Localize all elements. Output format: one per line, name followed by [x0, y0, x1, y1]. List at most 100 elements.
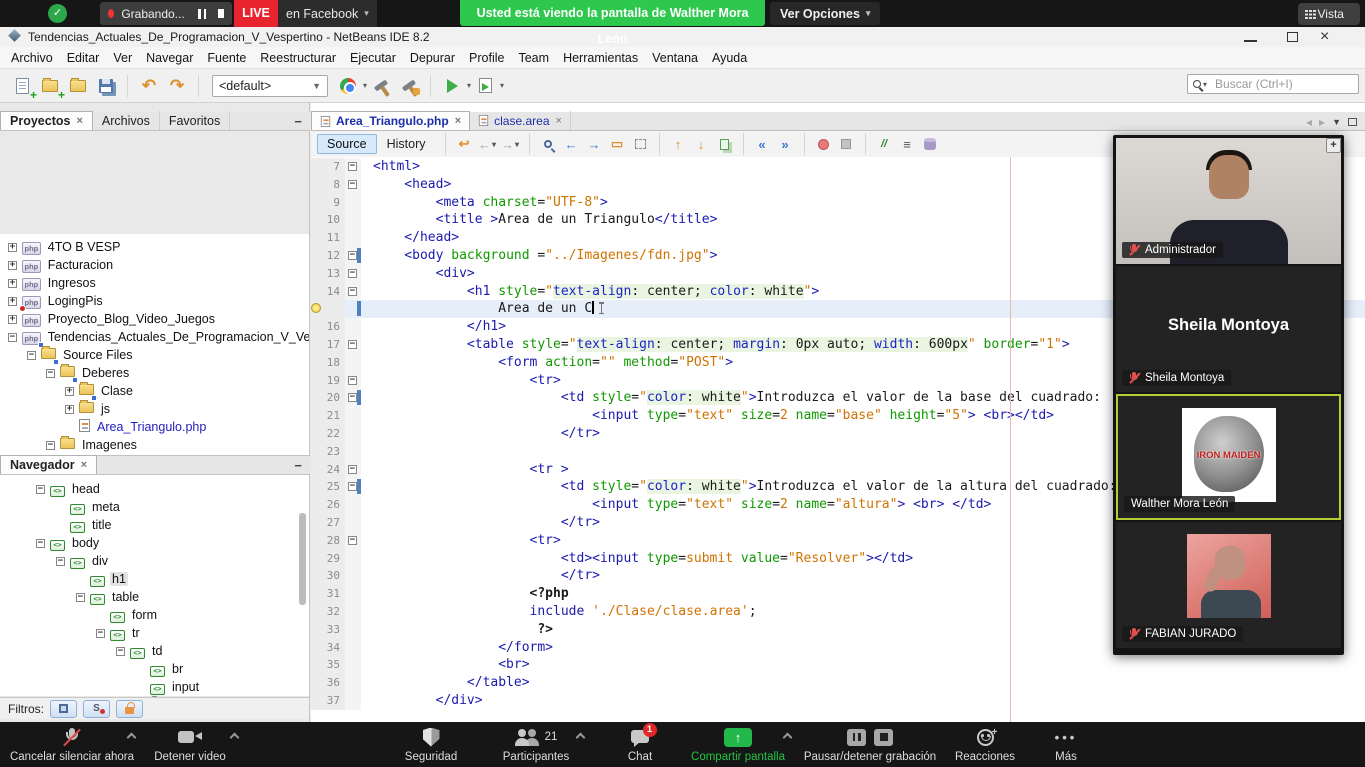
tree-item[interactable]: −Imagenes [0, 436, 309, 454]
tree-item[interactable]: +js [0, 400, 309, 418]
expand-icon[interactable]: + [8, 297, 17, 306]
fold-collapse-icon[interactable]: − [348, 340, 357, 349]
tab-archivos[interactable]: Archivos [93, 111, 160, 130]
chevron-down-icon[interactable]: ▾ [467, 81, 471, 90]
collapse-icon[interactable]: − [36, 539, 45, 548]
editor-tab-Area_Triangulo.php[interactable]: Area_Triangulo.php× [311, 111, 470, 130]
close-icon[interactable]: × [76, 115, 82, 127]
pause-recording-icon[interactable] [847, 729, 866, 746]
fold-gutter[interactable]: − [345, 265, 361, 283]
chevron-down-icon[interactable]: ▾ [363, 81, 367, 90]
navigator-item[interactable]: −<>div [0, 552, 309, 570]
redo-button[interactable]: ↷ [166, 76, 188, 96]
fold-gutter[interactable] [345, 300, 361, 318]
menu-herramientas[interactable]: Herramientas [556, 51, 645, 65]
fold-gutter[interactable] [345, 211, 361, 229]
rectangular-selection-icon[interactable] [631, 135, 650, 153]
expand-icon[interactable]: + [8, 261, 17, 270]
fold-gutter[interactable] [345, 567, 361, 585]
fold-gutter[interactable] [345, 692, 361, 710]
close-tab-icon[interactable]: × [556, 115, 562, 127]
expand-icon[interactable]: + [8, 315, 17, 324]
bottombar-more[interactable]: •••Más [1041, 722, 1091, 767]
fold-gutter[interactable]: − [345, 283, 361, 301]
fold-collapse-icon[interactable]: − [348, 251, 357, 260]
code-line[interactable]: 35 <br> [311, 656, 1365, 674]
menu-profile[interactable]: Profile [462, 51, 511, 65]
previous-occurrence-icon[interactable]: ← [562, 135, 581, 153]
menu-ventana[interactable]: Ventana [645, 51, 705, 65]
search-input[interactable]: ▾ Buscar (Ctrl+I) [1187, 74, 1359, 94]
shift-right-icon[interactable]: » [776, 135, 795, 153]
fold-gutter[interactable] [345, 194, 361, 212]
maximize-editor-icon[interactable] [1348, 118, 1357, 126]
filter-show-static-button[interactable]: S [83, 700, 110, 718]
collapse-icon[interactable]: − [36, 485, 45, 494]
participant-tile-3[interactable]: IRON MAIDENWalther Mora León [1116, 394, 1341, 520]
menu-reestructurar[interactable]: Reestructurar [253, 51, 343, 65]
fold-collapse-icon[interactable]: − [348, 162, 357, 171]
fold-gutter[interactable] [345, 603, 361, 621]
open-project-button[interactable] [67, 76, 89, 96]
fold-gutter[interactable] [345, 550, 361, 568]
next-occurrence-icon[interactable]: → [585, 135, 604, 153]
navigator-item[interactable]: <>title [0, 516, 309, 534]
last-edit-position-icon[interactable]: ↩ [455, 135, 474, 153]
filter-show-nonpublic-button[interactable] [116, 700, 143, 718]
tree-item[interactable]: +php4TO B VESP [0, 238, 309, 256]
tab-favoritos[interactable]: Favoritos [160, 111, 230, 130]
hint-bulb-gutter[interactable] [311, 300, 345, 318]
participant-tile-1[interactable]: Administrador [1116, 138, 1341, 264]
tab-navegador[interactable]: Navegador × [0, 455, 97, 474]
code-line[interactable]: 37 </div> [311, 692, 1365, 710]
bottombar-record-controls[interactable]: Pausar/detener grabación [795, 722, 945, 767]
menu-depurar[interactable]: Depurar [403, 51, 462, 65]
move-line-up-icon[interactable]: ↑ [669, 135, 688, 153]
menu-fuente[interactable]: Fuente [200, 51, 253, 65]
stop-recording-icon[interactable] [218, 9, 224, 18]
collapse-icon[interactable]: − [76, 593, 85, 602]
indentation-icon[interactable]: ≡ [898, 135, 917, 153]
menu-navegar[interactable]: Navegar [139, 51, 200, 65]
bottombar-shield[interactable]: Seguridad [386, 722, 476, 767]
start-macro-recording-icon[interactable] [814, 135, 833, 153]
fold-gutter[interactable] [345, 656, 361, 674]
collapse-icon[interactable]: − [116, 647, 125, 656]
vertical-scrollbar[interactable] [299, 513, 306, 605]
scroll-tabs-left-icon[interactable]: ◂ [1306, 115, 1312, 129]
fold-gutter[interactable] [345, 443, 361, 461]
config-select[interactable]: <default> ▼ [212, 75, 328, 97]
menu-editar[interactable]: Editar [60, 51, 107, 65]
bottombar-mic-muted[interactable]: Cancelar silenciar ahora [7, 722, 137, 767]
collapse-icon[interactable]: − [8, 333, 17, 342]
fold-gutter[interactable]: − [345, 461, 361, 479]
fold-collapse-icon[interactable]: − [348, 269, 357, 278]
collapse-icon[interactable]: − [56, 557, 65, 566]
debug-project-button[interactable] [474, 76, 496, 96]
fold-collapse-icon[interactable]: − [348, 376, 357, 385]
bottombar-reactions[interactable]: +Reacciones [950, 722, 1020, 767]
tab-list-dropdown-icon[interactable]: ▼ [1332, 117, 1341, 127]
new-file-button[interactable]: + [11, 76, 33, 96]
maximize-window-icon[interactable] [1287, 32, 1298, 42]
chevron-up-icon[interactable] [127, 733, 137, 743]
navigator-item[interactable]: <>h1 [0, 570, 309, 588]
expand-icon[interactable]: + [65, 387, 74, 396]
tree-item[interactable]: +phpLogingPis [0, 292, 309, 310]
menu-ejecutar[interactable]: Ejecutar [343, 51, 403, 65]
minimize-panel-icon[interactable]: − [294, 458, 302, 473]
find-selection-icon[interactable] [539, 135, 558, 153]
fold-gutter[interactable]: − [345, 158, 361, 176]
history-view-button[interactable]: History [387, 137, 426, 151]
new-project-button[interactable]: + [39, 76, 61, 96]
navigator-item[interactable]: <>form [0, 606, 309, 624]
navigator-item[interactable]: −<>tr [0, 624, 309, 642]
tree-item[interactable]: +phpProyecto_Blog_Video_Juegos [0, 310, 309, 328]
fold-gutter[interactable] [345, 496, 361, 514]
expand-icon[interactable]: + [8, 243, 17, 252]
fold-collapse-icon[interactable]: − [348, 180, 357, 189]
bottombar-chat[interactable]: 1Chat [610, 722, 670, 767]
fold-collapse-icon[interactable]: − [348, 482, 357, 491]
fold-gutter[interactable] [345, 407, 361, 425]
move-panel-handle[interactable]: + [1326, 138, 1341, 153]
